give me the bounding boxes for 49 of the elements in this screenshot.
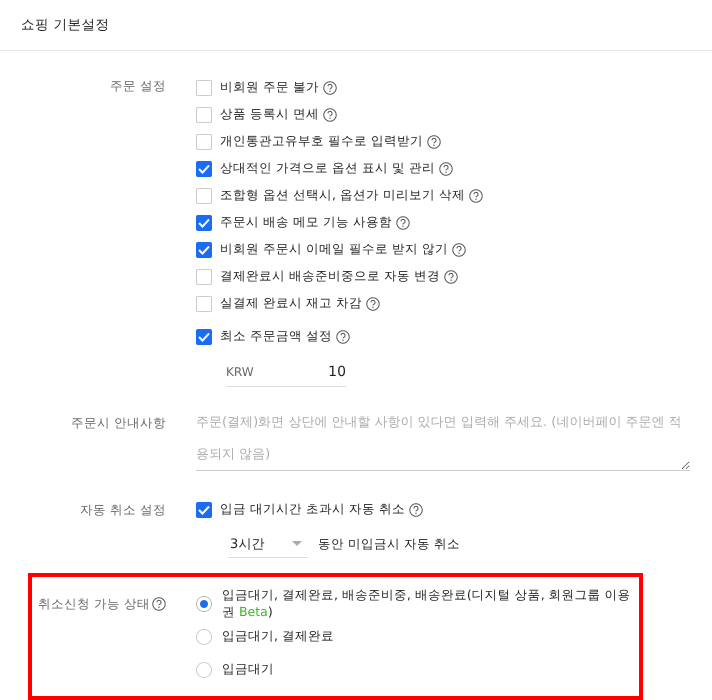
option-label: 주문시 배송 메모 기능 사용함: [220, 214, 392, 231]
help-icon[interactable]: [408, 502, 423, 516]
option-label: 결제완료시 배송준비중으로 자동 변경: [220, 268, 440, 285]
help-icon[interactable]: [366, 296, 380, 310]
option-label: 조합형 옵션 선택시, 옵션가 미리보기 삭제: [220, 187, 465, 204]
option-label: 상대적인 가격으로 옵션 표시 및 관리: [220, 160, 435, 177]
checkbox[interactable]: [196, 188, 212, 204]
checkbox[interactable]: [196, 268, 212, 284]
help-icon[interactable]: [426, 134, 441, 148]
radio-button[interactable]: [196, 628, 212, 644]
option-label: 입금대기, 결제완료, 배송준비중, 배송완료(디지털 상품, 회원그룹 이용권 Beta): [222, 586, 632, 620]
checkbox[interactable]: [196, 296, 212, 312]
radio-button[interactable]: [196, 662, 212, 678]
option-label: 실결제 완료시 재고 차감: [220, 295, 362, 312]
section-label: 취소신청 가능 상태: [38, 595, 150, 613]
help-icon[interactable]: [336, 330, 350, 344]
checkbox[interactable]: [196, 160, 212, 176]
checkbox[interactable]: [196, 80, 212, 96]
amount-field[interactable]: KRW 10: [226, 358, 346, 387]
checkbox[interactable]: [196, 328, 212, 344]
option-label: 비회원 주문시 이메일 필수로 받지 않기: [220, 241, 448, 258]
checkbox[interactable]: [196, 214, 212, 230]
section-label: 주문 설정: [110, 78, 166, 93]
section-label: 자동 취소 설정: [80, 502, 166, 517]
help-icon[interactable]: [152, 596, 166, 610]
option-label: 비회원 주문 불가: [220, 79, 319, 96]
checkbox[interactable]: [196, 242, 212, 258]
page-title: 쇼핑 기본설정: [21, 16, 110, 34]
section-label: 주문시 안내사항: [71, 415, 166, 430]
help-icon[interactable]: [322, 80, 337, 94]
help-icon[interactable]: [468, 188, 483, 202]
radio-button[interactable]: [196, 596, 212, 612]
checkbox[interactable]: [196, 502, 212, 518]
option-label: 개인통관고유부호 필수로 입력받기: [220, 133, 423, 150]
help-icon[interactable]: [396, 216, 410, 230]
help-icon[interactable]: [452, 242, 466, 256]
checkbox[interactable]: [196, 106, 212, 122]
duration-select[interactable]: 3시간: [228, 530, 308, 558]
help-icon[interactable]: [438, 162, 453, 176]
option-label: 입금대기: [222, 661, 274, 678]
caret-icon: [292, 540, 302, 546]
checkbox[interactable]: [196, 134, 212, 150]
help-icon[interactable]: [444, 270, 458, 284]
help-icon[interactable]: [322, 108, 337, 122]
option-label: 상품 등록시 면세: [220, 106, 319, 123]
option-label: 입금 대기시간 초과시 자동 취소: [220, 501, 405, 518]
option-label: 입금대기, 결제완료: [222, 628, 334, 645]
option-label: 최소 주문금액 설정: [220, 328, 332, 345]
duration-suffix: 동안 미입금시 자동 취소: [318, 536, 460, 552]
